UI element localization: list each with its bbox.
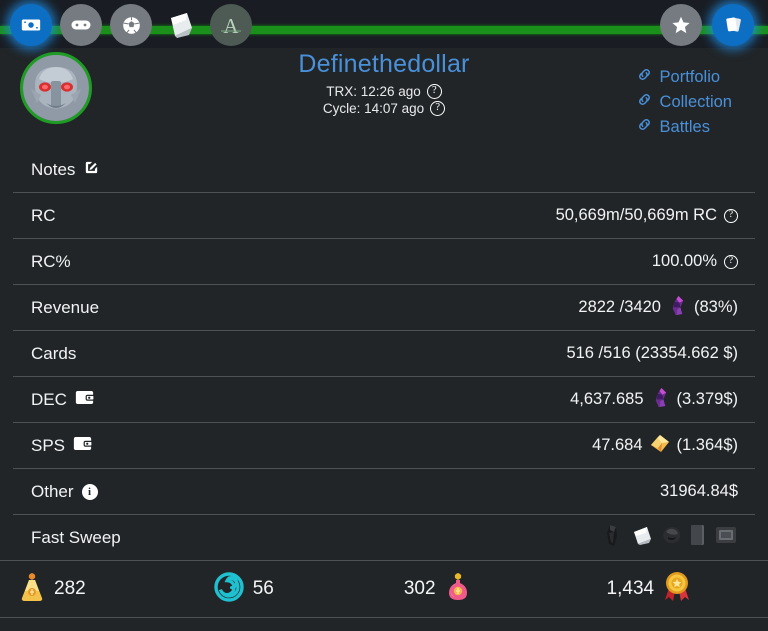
- cycle-help-icon[interactable]: ?: [430, 101, 446, 116]
- link-battles-label: Battles: [659, 117, 710, 136]
- profile-links: Portfolio Collection Battles: [636, 66, 732, 138]
- revenue-label: Revenue: [31, 297, 100, 317]
- top-navigation-bar: A: [0, 0, 768, 48]
- sweep-white-pack-icon[interactable]: [630, 523, 654, 552]
- table-row-cards: Cards 516 /516 (23354.662 $): [13, 330, 755, 376]
- stat-cyan-vortex[interactable]: 56: [214, 571, 274, 607]
- trx-label: TRX: 12:26 ago: [326, 84, 421, 99]
- sps-usd-value: (1.364$): [676, 436, 738, 454]
- gamepad-icon[interactable]: [60, 4, 102, 46]
- rc-percent-label: RC%: [31, 251, 71, 271]
- avatar[interactable]: [20, 52, 92, 124]
- gold-potion-value: 282: [54, 578, 86, 599]
- stat-gold-medal[interactable]: 1,434: [607, 571, 692, 608]
- sweep-dark-gem-icon[interactable]: [602, 523, 624, 552]
- table-row-other: Other i 31964.84$: [13, 468, 755, 514]
- table-row-dec: DEC 4,637.685 (3.379$): [13, 376, 755, 422]
- cycle-label: Cycle: 14:07 ago: [322, 101, 425, 116]
- dec-crystal-icon: [651, 387, 670, 413]
- pink-potion-icon: [445, 572, 471, 607]
- fast-sweep-items: [602, 523, 755, 552]
- money-icon[interactable]: [10, 4, 52, 46]
- wallet-icon[interactable]: [73, 435, 93, 457]
- table-row-rc-percent: RC% 100.00% ?: [13, 238, 755, 284]
- chain-link-icon: [636, 116, 653, 138]
- cards-value: 516 /516 (23354.662 $): [566, 344, 738, 362]
- svg-text:A: A: [223, 14, 239, 38]
- table-row-rc: RC 50,669m/50,669m RC ?: [13, 192, 755, 238]
- dec-usd-value: (3.379$): [676, 390, 738, 408]
- chain-link-icon: [636, 91, 653, 113]
- table-row-revenue: Revenue 2822 /3420 (83%): [13, 284, 755, 330]
- bottom-stats-bar: 282 56 302 1,434: [0, 560, 768, 618]
- notes-label: Notes: [31, 160, 76, 179]
- info-icon[interactable]: i: [81, 483, 98, 500]
- rc-percent-value: 100.00%: [651, 252, 717, 270]
- stats-table: Notes RC 50,669m/50,669m RC ? RC% 100.00…: [0, 148, 768, 560]
- link-battles[interactable]: Battles: [636, 116, 732, 138]
- fast-sweep-label: Fast Sweep: [31, 527, 121, 547]
- link-collection[interactable]: Collection: [636, 91, 732, 113]
- gold-medal-value: 1,434: [606, 578, 655, 599]
- gold-medal-icon: [663, 571, 691, 608]
- notes-cell[interactable]: Notes: [13, 159, 100, 181]
- gold-potion-bag-icon: [19, 572, 45, 607]
- table-row-notes: Notes: [13, 148, 755, 192]
- cyan-vortex-icon: [214, 571, 244, 607]
- chain-link-icon: [636, 66, 653, 88]
- trx-help-icon[interactable]: ?: [426, 84, 442, 99]
- nav-left-group: A: [10, 4, 252, 46]
- alpha-logo-icon[interactable]: A: [210, 4, 252, 46]
- star-icon[interactable]: [660, 4, 702, 46]
- sps-token-icon: [650, 434, 670, 458]
- pink-potion-value: 302: [403, 578, 436, 599]
- stat-pink-potion[interactable]: 302: [404, 572, 471, 607]
- table-row-sps: SPS 47.684 (1.364$): [13, 422, 755, 468]
- sweep-card-icon[interactable]: [688, 523, 708, 552]
- revenue-value: 2822 /3420: [578, 298, 661, 316]
- profile-header: Definethedollar TRX: 12:26 ago ? Cycle: …: [0, 48, 768, 148]
- link-portfolio[interactable]: Portfolio: [636, 66, 732, 88]
- other-label: Other: [31, 481, 74, 501]
- link-collection-label: Collection: [659, 92, 732, 111]
- soccer-ball-icon[interactable]: [110, 4, 152, 46]
- cards-icon[interactable]: [712, 4, 754, 46]
- dec-value: 4,637.685: [570, 390, 644, 408]
- sweep-framed-card-icon[interactable]: [714, 524, 738, 551]
- sps-label: SPS: [31, 435, 66, 455]
- cyan-vortex-value: 56: [252, 578, 274, 599]
- cards-label: Cards: [31, 343, 77, 363]
- card-pack-icon[interactable]: [160, 4, 202, 46]
- rc-label: RC: [31, 205, 56, 225]
- stat-gold-potion[interactable]: 282: [19, 572, 86, 607]
- rc-percent-help-icon[interactable]: ?: [724, 254, 738, 269]
- edit-pencil-icon[interactable]: [83, 159, 100, 181]
- sweep-dark-fragment-icon[interactable]: [660, 524, 682, 551]
- wallet-icon[interactable]: [75, 389, 95, 411]
- rc-value: 50,669m/50,669m RC: [555, 206, 717, 224]
- sps-value: 47.684: [592, 436, 643, 454]
- rc-help-icon[interactable]: ?: [724, 208, 738, 223]
- dec-label: DEC: [31, 389, 67, 409]
- other-value: 31964.84$: [660, 482, 738, 500]
- nav-right-group: [660, 4, 754, 46]
- revenue-percent: (83%): [693, 298, 738, 316]
- table-row-fast-sweep: Fast Sweep: [13, 514, 755, 560]
- dec-crystal-icon: [668, 295, 687, 321]
- link-portfolio-label: Portfolio: [659, 67, 721, 86]
